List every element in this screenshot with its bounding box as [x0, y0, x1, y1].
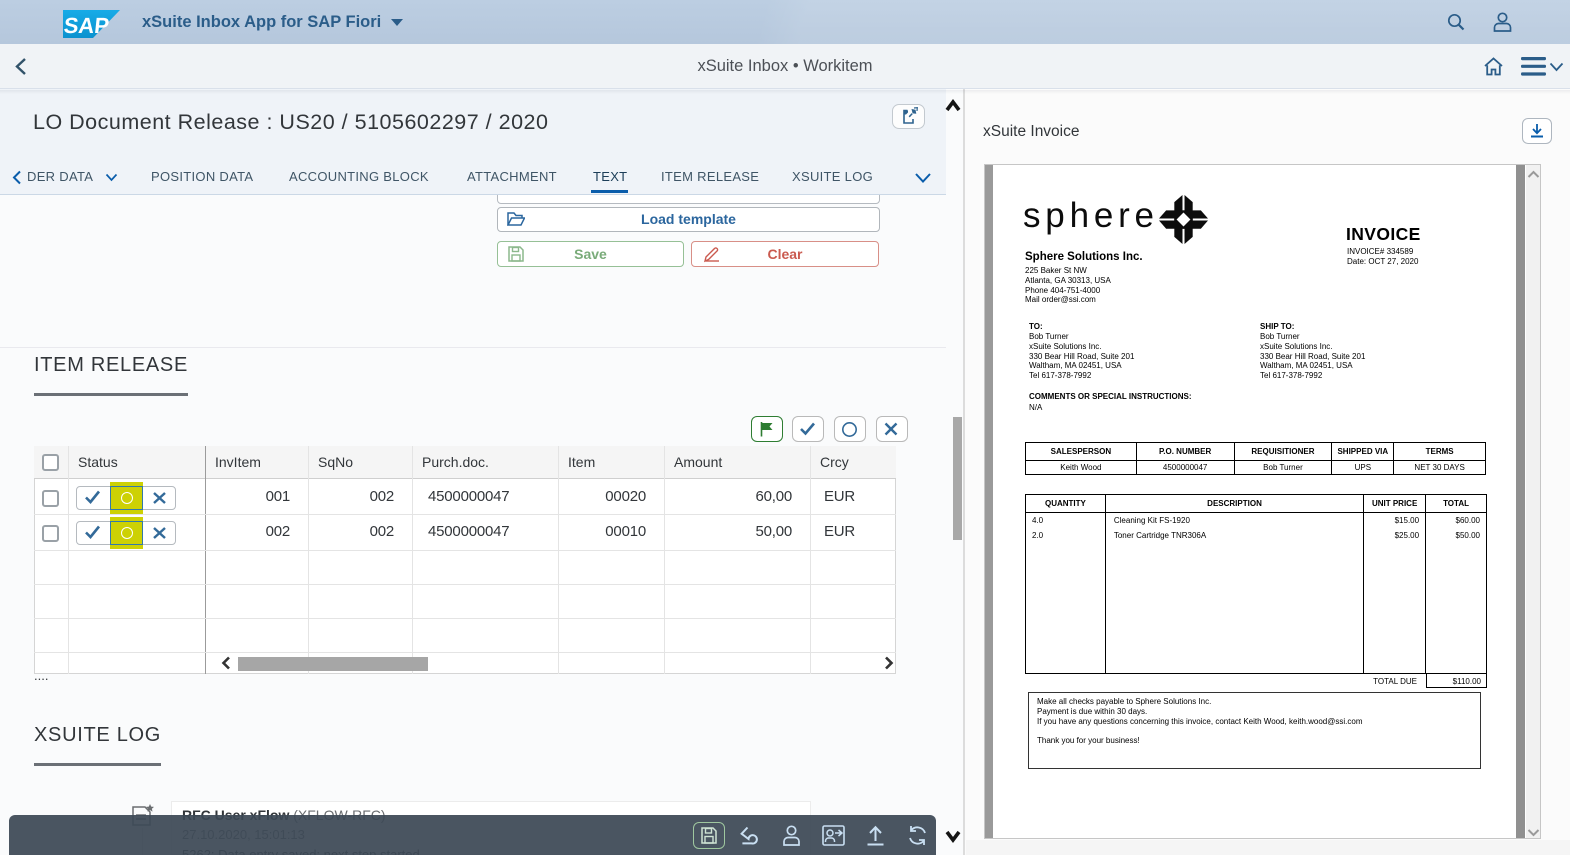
svg-text:SAP: SAP — [63, 13, 110, 38]
